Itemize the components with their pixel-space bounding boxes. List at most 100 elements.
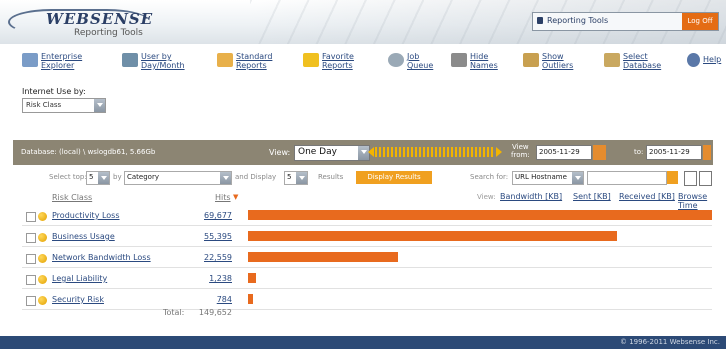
display-count-select[interactable]: 5 xyxy=(284,171,308,185)
toolbar-label: Favorite Reports xyxy=(322,52,354,70)
search-go-button[interactable] xyxy=(667,171,678,184)
hits-link[interactable]: 784 xyxy=(180,295,232,304)
display-results-button[interactable]: Display Results xyxy=(356,171,432,184)
row-checkbox[interactable] xyxy=(26,233,36,243)
table-row: Security Risk 784 xyxy=(0,291,726,312)
hits-link[interactable]: 69,677 xyxy=(180,211,232,220)
reporting-tools-menu[interactable]: Reporting Tools Log Off xyxy=(532,12,719,31)
logoff-button[interactable]: Log Off xyxy=(682,13,718,30)
table-row: Network Bandwidth Loss 22,559 xyxy=(0,249,726,270)
hits-link[interactable]: 55,395 xyxy=(180,232,232,241)
column-risk-class[interactable]: Risk Class xyxy=(52,193,92,202)
logo-subtitle: Reporting Tools xyxy=(74,28,143,38)
hits-bar[interactable] xyxy=(248,252,398,262)
database-info: Database: (local) \ wslogdb61, 5.66Gb xyxy=(21,148,156,156)
database-icon xyxy=(604,53,620,67)
from-calendar-icon[interactable] xyxy=(593,145,606,160)
view-period-select[interactable]: One Day xyxy=(294,145,370,161)
row-divider xyxy=(22,288,712,289)
risk-class-link[interactable]: Productivity Loss xyxy=(52,211,120,220)
risk-dot-icon xyxy=(38,233,47,242)
toolbar-user-by-day-month[interactable]: User by Day/Month xyxy=(122,50,185,72)
risk-class-link[interactable]: Network Bandwidth Loss xyxy=(52,253,151,262)
main-toolbar: Enterprise Explorer User by Day/Month St… xyxy=(0,50,726,72)
to-date-input[interactable]: 2005-11-29 xyxy=(646,145,702,160)
view-sent-link[interactable]: Sent [KB] xyxy=(573,192,611,201)
table-row: Business Usage 55,395 xyxy=(0,228,726,249)
app-header: WEBSENSE Reporting Tools Reporting Tools… xyxy=(0,0,726,44)
risk-dot-icon xyxy=(38,275,47,284)
column-hits[interactable]: Hits xyxy=(215,193,231,202)
people-icon xyxy=(122,53,138,67)
toolbar-hide-names[interactable]: Hide Names xyxy=(451,50,498,72)
table-row: Productivity Loss 69,677 xyxy=(0,207,726,228)
by-label: by xyxy=(113,173,122,181)
from-date-value: 2005-11-29 xyxy=(539,148,580,156)
toolbar-enterprise-explorer[interactable]: Enterprise Explorer xyxy=(22,50,82,72)
toolbar-label: Select Database xyxy=(623,52,662,70)
risk-class-link[interactable]: Security Risk xyxy=(52,295,104,304)
internet-use-by-select[interactable]: Risk Class xyxy=(22,98,106,113)
table-row: Legal Liability 1,238 xyxy=(0,270,726,291)
mask-icon xyxy=(451,53,467,67)
excel-export-icon[interactable] xyxy=(699,171,712,186)
toolbar-select-database[interactable]: Select Database xyxy=(604,50,661,72)
toolbar-job-queue[interactable]: Job Queue xyxy=(388,50,433,72)
toolbar-help[interactable]: Help xyxy=(687,50,721,72)
row-divider xyxy=(22,225,712,226)
view-received-link[interactable]: Received [KB] xyxy=(619,192,675,201)
internet-use-by-label: Internet Use by: xyxy=(22,87,86,96)
and-display-label: and Display xyxy=(235,173,277,181)
risk-class-link[interactable]: Legal Liability xyxy=(52,274,107,283)
reporting-tools-label: Reporting Tools xyxy=(547,16,609,25)
toolbar-standard-reports[interactable]: Standard Reports xyxy=(217,50,272,72)
pdf-export-icon[interactable] xyxy=(684,171,697,186)
to-calendar-icon[interactable] xyxy=(703,145,711,160)
toolbar-show-outliers[interactable]: Show Outliers xyxy=(523,50,573,72)
hits-bar[interactable] xyxy=(248,231,617,241)
top-count-value: 5 xyxy=(89,173,94,181)
hits-link[interactable]: 1,238 xyxy=(180,274,232,283)
risk-class-link[interactable]: Business Usage xyxy=(52,232,115,241)
clock-icon xyxy=(388,53,404,67)
database-bar: Database: (local) \ wslogdb61, 5.66Gb Vi… xyxy=(13,140,713,165)
internet-use-by-value: Risk Class xyxy=(26,101,62,109)
toolbar-favorite-reports[interactable]: Favorite Reports xyxy=(303,50,354,72)
row-divider xyxy=(22,246,712,247)
view-bandwidth-link[interactable]: Bandwidth [KB] xyxy=(500,192,562,201)
hits-bar[interactable] xyxy=(248,294,253,304)
results-label: Results xyxy=(318,173,344,181)
hits-bar[interactable] xyxy=(248,273,256,283)
hits-link[interactable]: 22,559 xyxy=(180,253,232,262)
toolbar-label: User by Day/Month xyxy=(141,52,185,70)
group-by-select[interactable]: Category xyxy=(124,171,232,185)
top-count-select[interactable]: 5 xyxy=(86,171,110,185)
hits-bar[interactable] xyxy=(248,210,712,220)
row-checkbox[interactable] xyxy=(26,212,36,222)
chevron-down-icon xyxy=(572,172,583,184)
toolbar-label: Job Queue xyxy=(407,52,434,70)
logo-name: WEBSENSE xyxy=(46,10,154,28)
risk-dot-icon xyxy=(38,212,47,221)
row-checkbox[interactable] xyxy=(26,275,36,285)
row-checkbox[interactable] xyxy=(26,254,36,264)
from-date-input[interactable]: 2005-11-29 xyxy=(536,145,592,160)
chevron-down-icon xyxy=(220,172,231,184)
chevron-down-icon xyxy=(98,172,109,184)
search-field-select[interactable]: URL Hostname xyxy=(512,171,584,185)
toolbar-label: Show Outliers xyxy=(542,52,574,70)
date-range-slider[interactable] xyxy=(375,147,495,157)
search-field-value: URL Hostname xyxy=(515,173,567,181)
view-label: View: xyxy=(269,148,291,157)
toolbar-label: Enterprise Explorer xyxy=(41,52,83,70)
slider-left-arrow-icon[interactable] xyxy=(368,147,374,157)
slider-right-arrow-icon[interactable] xyxy=(496,147,502,157)
risk-dot-icon xyxy=(38,254,47,263)
row-divider xyxy=(22,267,712,268)
search-input[interactable] xyxy=(587,171,667,185)
help-icon xyxy=(687,53,700,67)
row-checkbox[interactable] xyxy=(26,296,36,306)
grid-icon xyxy=(22,53,38,67)
to-label: to: xyxy=(634,148,644,156)
report-controls: Select top: 5 by Category and Display 5 … xyxy=(0,171,726,186)
